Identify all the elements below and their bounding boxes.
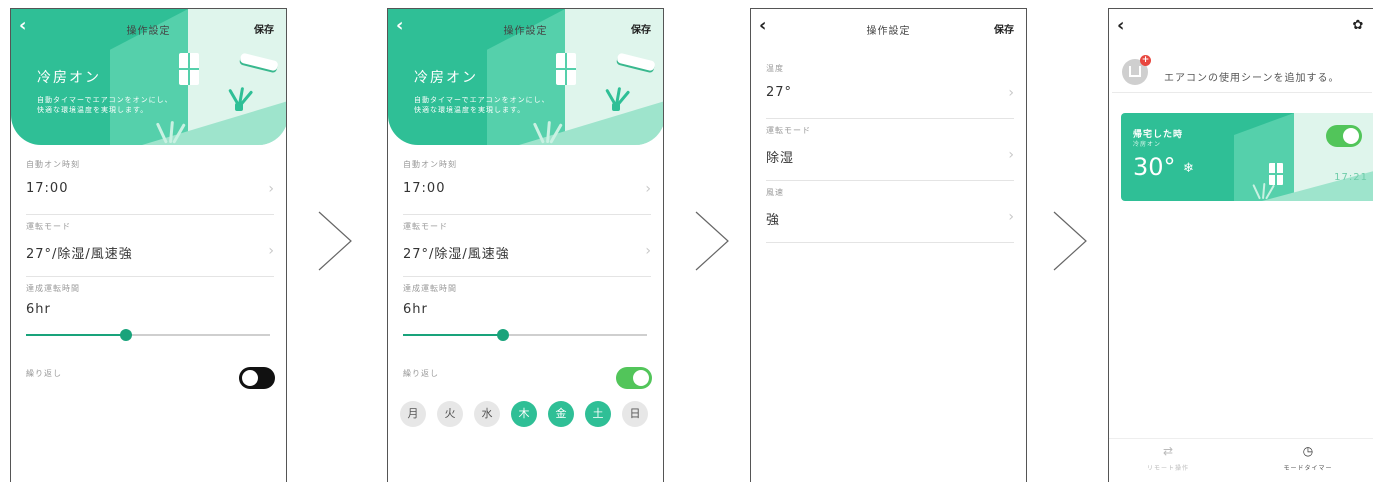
repeat-row: 繰り返し xyxy=(26,364,274,424)
fan-speed-row[interactable]: 風速 強 › xyxy=(766,183,1014,243)
navbar: ‹ ✿ xyxy=(1109,9,1373,43)
page-title: 操作設定 xyxy=(503,26,548,37)
scene-toggle[interactable] xyxy=(1326,125,1362,147)
row-label: 運転モード xyxy=(26,222,71,231)
mode-row[interactable]: 運転モード 27°/除湿/風速強 › xyxy=(26,217,274,277)
tab-label: リモート操作 xyxy=(1146,465,1189,472)
row-label: 達成運転時間 xyxy=(403,284,457,293)
auto-on-time-row[interactable]: 自動オン時刻 17:00 › xyxy=(26,155,274,215)
tab-remote[interactable]: ⇄ リモート操作 xyxy=(1113,443,1223,481)
row-value: 強 xyxy=(766,213,781,228)
back-button[interactable]: ‹ xyxy=(1117,16,1135,36)
page-title: 操作設定 xyxy=(126,26,171,37)
plus-badge-icon: + xyxy=(1140,55,1151,66)
auto-on-time-row[interactable]: 自動オン時刻 17:00 › xyxy=(403,155,651,215)
slider-fill xyxy=(403,334,504,336)
save-button[interactable]: 保存 xyxy=(254,21,274,36)
plant-illustration xyxy=(605,85,631,111)
duration-slider[interactable] xyxy=(26,329,270,341)
clock-icon: ◷ xyxy=(1302,444,1314,458)
row-value: 6hr xyxy=(403,302,428,317)
chevron-right-icon: › xyxy=(645,243,651,259)
day-button-fri[interactable]: 金 xyxy=(548,401,574,427)
weekday-selector: 月 火 水 木 金 土 日 xyxy=(400,401,652,431)
add-scene-label: エアコンの使用シーンを追加する。 xyxy=(1164,73,1340,84)
day-button-tue[interactable]: 火 xyxy=(437,401,463,427)
chevron-right-icon: › xyxy=(1008,147,1014,163)
grass-illustration xyxy=(1251,181,1275,200)
snowflake-icon: ❄ xyxy=(1183,161,1194,176)
row-value: 17:00 xyxy=(403,181,446,196)
save-button[interactable]: 保存 xyxy=(994,21,1014,36)
screen-4: ‹ ✿ + エアコンの使用シーンを追加する。 帰宅した時 冷房オン 30° ❄ … xyxy=(1108,8,1373,482)
slider-fill xyxy=(26,334,127,336)
screen-2: 冷房オン 自動タイマーでエアコンをオンにし、快適な環境温度を実現します。 ‹ 操… xyxy=(387,8,664,482)
navbar: ‹ 操作設定 保存 xyxy=(11,9,286,43)
plant-illustration xyxy=(228,85,254,111)
row-label: 温度 xyxy=(766,64,784,73)
day-button-wed[interactable]: 水 xyxy=(474,401,500,427)
scene-temperature: 30° xyxy=(1133,153,1176,181)
tab-bar: ⇄ リモート操作 ◷ モードタイマー xyxy=(1109,438,1373,482)
add-scene-row[interactable]: + エアコンの使用シーンを追加する。 xyxy=(1112,53,1372,93)
slider-thumb[interactable] xyxy=(497,329,510,341)
window-illustration xyxy=(179,53,199,85)
gear-icon[interactable]: ✿ xyxy=(1351,19,1365,33)
chevron-right-icon: › xyxy=(268,181,274,197)
row-value: 6hr xyxy=(26,302,51,317)
screen-1: 冷房オン 自動タイマーでエアコンをオンにし、快適な環境温度を実現します。 ‹ 操… xyxy=(10,8,287,482)
scene-subtitle: 冷房オン xyxy=(1133,141,1162,148)
chevron-right-outline-icon xyxy=(318,211,352,271)
day-button-mon[interactable]: 月 xyxy=(400,401,426,427)
grass-illustration xyxy=(155,117,186,144)
slider-thumb[interactable] xyxy=(120,329,133,341)
row-value: 除湿 xyxy=(766,151,795,166)
chevron-right-outline-icon xyxy=(1053,211,1087,271)
row-label: 繰り返し xyxy=(26,369,62,378)
chevron-right-icon: › xyxy=(268,243,274,259)
repeat-toggle[interactable] xyxy=(616,367,652,389)
row-value: 27°/除湿/風速強 xyxy=(26,247,133,262)
duration-slider[interactable] xyxy=(403,329,647,341)
hero-description: 自動タイマーでエアコンをオンにし、快適な環境温度を実現します。 xyxy=(37,96,173,114)
chevron-left-icon: ‹ xyxy=(1117,15,1125,36)
window-illustration xyxy=(556,53,576,85)
row-value: 27°/除湿/風速強 xyxy=(403,247,510,262)
row-label: 繰り返し xyxy=(403,369,439,378)
chevron-right-icon: › xyxy=(645,181,651,197)
mode-row[interactable]: 運転モード 27°/除湿/風速強 › xyxy=(403,217,651,277)
temperature-row[interactable]: 温度 27° › xyxy=(766,59,1014,119)
hero-description: 自動タイマーでエアコンをオンにし、快適な環境温度を実現します。 xyxy=(414,96,550,114)
row-value: 17:00 xyxy=(26,181,69,196)
chevron-right-icon: › xyxy=(1008,209,1014,225)
chevron-right-outline-icon xyxy=(695,211,729,271)
screen-3: ‹ 操作設定 保存 温度 27° › 運転モード 除湿 › 風速 強 › xyxy=(750,8,1027,482)
day-button-sat[interactable]: 土 xyxy=(585,401,611,427)
row-label: 自動オン時刻 xyxy=(26,160,80,169)
tab-mode-timer[interactable]: ◷ モードタイマー xyxy=(1253,443,1363,481)
save-button[interactable]: 保存 xyxy=(631,21,651,36)
grass-illustration xyxy=(532,117,563,144)
row-label: 風速 xyxy=(766,188,784,197)
mode-row[interactable]: 運転モード 除湿 › xyxy=(766,121,1014,181)
repeat-toggle[interactable] xyxy=(239,367,275,389)
row-label: 運転モード xyxy=(403,222,448,231)
hero-title: 冷房オン xyxy=(37,70,101,86)
sliders-icon: ⇄ xyxy=(1162,444,1174,458)
page-title: 操作設定 xyxy=(866,26,911,37)
day-button-sun[interactable]: 日 xyxy=(622,401,648,427)
scene-card[interactable]: 帰宅した時 冷房オン 30° ❄ 17:21 xyxy=(1121,113,1373,201)
row-value: 27° xyxy=(766,85,793,100)
navbar: ‹ 操作設定 保存 xyxy=(388,9,663,43)
chevron-right-icon: › xyxy=(1008,85,1014,101)
navbar: ‹ 操作設定 保存 xyxy=(751,9,1026,43)
tab-label: モードタイマー xyxy=(1283,465,1333,472)
row-label: 自動オン時刻 xyxy=(403,160,457,169)
scene-time: 17:21 xyxy=(1334,172,1368,183)
row-label: 達成運転時間 xyxy=(26,284,80,293)
day-button-thu[interactable]: 木 xyxy=(511,401,537,427)
row-label: 運転モード xyxy=(766,126,811,135)
hero-title: 冷房オン xyxy=(414,70,478,86)
